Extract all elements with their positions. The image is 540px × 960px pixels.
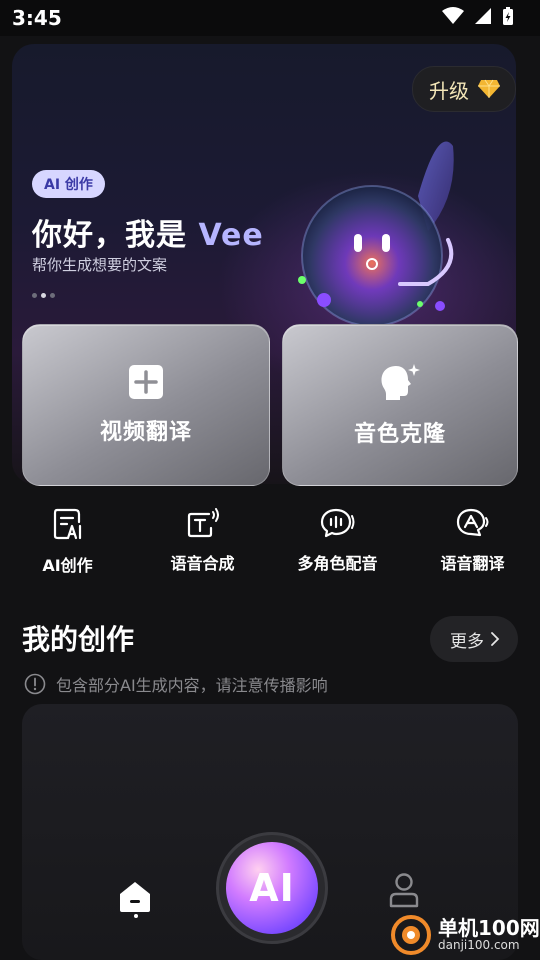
voice-clone-card[interactable]: 音色克隆 — [282, 324, 518, 486]
greeting-prefix: 你好，我是 — [32, 218, 199, 253]
multi-voice-icon — [320, 508, 354, 538]
greeting-name: Vee — [198, 218, 264, 253]
tool-label: 多角色配音 — [297, 554, 378, 573]
tool-label: 语音翻译 — [440, 554, 505, 573]
signal-icon — [475, 8, 491, 24]
voice-clone-icon — [381, 364, 420, 400]
status-time: 3:45 — [12, 6, 62, 30]
tool-ai-creation[interactable]: AI创作 — [0, 508, 135, 576]
video-translate-card[interactable]: 视频翻译 — [22, 324, 270, 486]
vee-mascot-orb — [298, 141, 454, 327]
carousel-dot-active — [41, 293, 46, 298]
my-creations-title: 我的创作 — [22, 623, 135, 656]
tool-text-to-speech[interactable]: 语音合成 — [135, 508, 270, 576]
home-active-indicator — [134, 914, 138, 918]
wifi-icon — [442, 7, 464, 24]
ai-button[interactable]: AI — [226, 842, 318, 934]
watermark-logo-icon — [391, 915, 431, 955]
notice-text: 包含部分AI生成内容，请注意传播影响 — [56, 676, 328, 695]
voice-clone-label: 音色克隆 — [353, 422, 446, 447]
hero-greeting: 你好，我是 Vee — [32, 210, 264, 254]
ai-button-label: AI — [249, 866, 295, 910]
ai-content-notice: 包含部分AI生成内容，请注意传播影响 — [24, 672, 328, 696]
carousel-dot — [32, 293, 37, 298]
upgrade-label: 升级 — [429, 78, 469, 103]
more-label: 更多 — [450, 631, 484, 652]
ai-document-icon — [53, 508, 81, 540]
watermark: 单机100网 danji100.com — [390, 914, 540, 956]
info-icon — [24, 673, 46, 695]
diamond-icon — [478, 79, 500, 98]
person-icon[interactable] — [388, 872, 420, 908]
status-icons — [442, 6, 514, 26]
ai-fab[interactable]: AI — [216, 832, 328, 944]
more-button[interactable]: 更多 — [430, 616, 518, 662]
chevron-right-icon — [491, 632, 500, 646]
tool-label: 语音合成 — [170, 554, 235, 573]
text-to-speech-icon — [187, 508, 219, 538]
voice-translate-icon — [456, 508, 488, 537]
plus-square-icon — [129, 365, 163, 399]
ai-creation-badge: AI 创作 — [32, 170, 105, 198]
battery-charging-icon — [503, 7, 513, 25]
tool-voice-translate[interactable]: 语音翻译 — [405, 508, 540, 576]
carousel-indicator — [32, 293, 55, 298]
video-translate-label: 视频翻译 — [99, 420, 192, 445]
status-bar: 3:45 — [0, 0, 540, 36]
tool-label: AI创作 — [42, 556, 93, 575]
tool-shortcuts: AI创作 语音合成 多角色配音 语音翻译 — [0, 508, 540, 576]
tool-multi-voice[interactable]: 多角色配音 — [270, 508, 405, 576]
carousel-dot — [50, 293, 55, 298]
watermark-line2: danji100.com — [438, 938, 520, 953]
watermark-line1: 单机100网 — [438, 916, 540, 941]
hero-subtitle: 帮你生成想要的文案 — [32, 256, 168, 274]
upgrade-button[interactable]: 升级 — [412, 66, 516, 112]
